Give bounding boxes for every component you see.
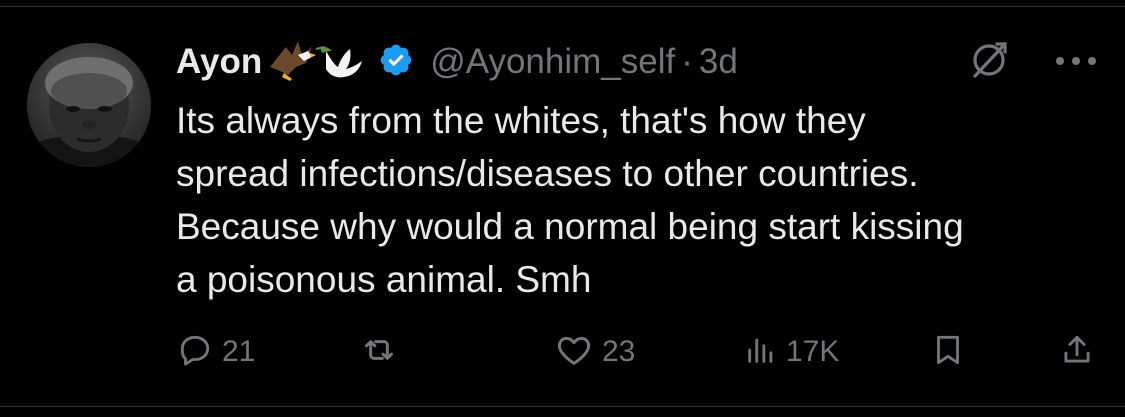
repost-button[interactable]: [359, 332, 407, 372]
reply-button[interactable]: 21: [176, 332, 255, 372]
grok-icon[interactable]: [967, 38, 1011, 87]
bookmark-button[interactable]: [929, 332, 967, 372]
like-button[interactable]: 23: [554, 332, 635, 372]
author-handle[interactable]: @Ayonhim_self: [430, 42, 675, 82]
bottom-divider: [0, 406, 1125, 407]
more-icon[interactable]: [1055, 53, 1097, 71]
top-divider: [0, 6, 1125, 7]
repost-icon: [359, 330, 399, 375]
like-icon: [554, 330, 594, 375]
avatar[interactable]: [27, 43, 151, 167]
views-button[interactable]: 17K: [744, 332, 839, 372]
tweet-text-line: Its always from the whites, that's how t…: [176, 100, 866, 141]
separator-dot: ·: [681, 42, 693, 81]
like-count: 23: [602, 335, 636, 368]
tweet-time[interactable]: 3d: [699, 42, 738, 82]
views-count: 17K: [786, 335, 840, 368]
reply-count: 21: [222, 335, 256, 368]
author-emoji: [268, 37, 364, 88]
author-name[interactable]: Ayon: [176, 42, 262, 82]
reply-icon: [176, 331, 214, 374]
verified-badge-icon[interactable]: [378, 42, 414, 83]
tweet-text: Its always from the whites, that's how t…: [176, 94, 1106, 306]
views-icon: [744, 333, 778, 372]
tweet-text-line: Because why would a normal being start k…: [176, 206, 964, 247]
tweet-text-line: a poisonous animal. Smh: [176, 259, 592, 300]
tweet-text-line: spread infections/diseases to other coun…: [176, 153, 919, 194]
tweet-header: Ayon @Ayonhim_self · 3d: [176, 36, 738, 88]
share-icon: [1058, 331, 1096, 374]
action-bar: 21 23 17K: [176, 332, 1096, 372]
share-button[interactable]: [1058, 332, 1096, 372]
bookmark-icon: [929, 331, 967, 374]
header-actions: [967, 40, 1097, 84]
